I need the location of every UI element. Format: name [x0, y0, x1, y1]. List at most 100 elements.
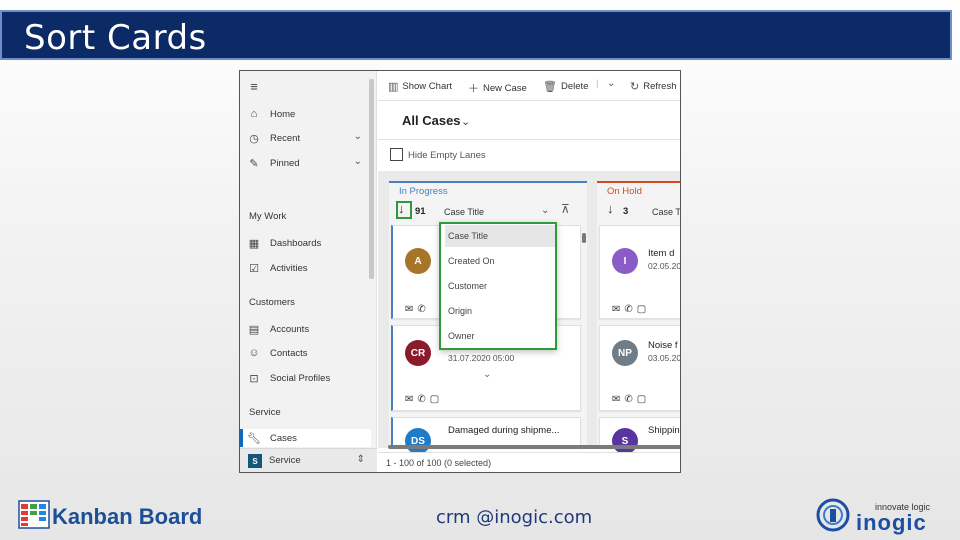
card-actions[interactable]: ✉✆: [405, 304, 430, 315]
kanban-board-logo: [18, 500, 50, 529]
avatar: NP: [612, 340, 638, 366]
chevron-down-icon[interactable]: ⌄: [461, 115, 470, 128]
refresh-button[interactable]: ↻ Refresh: [630, 80, 676, 93]
chevron-down-icon[interactable]: ⌄: [541, 205, 549, 216]
sidebar-item-cases[interactable]: 🔧︎ Cases: [243, 429, 371, 447]
sidebar-item-dashboards[interactable]: ▦ Dashboards: [248, 234, 321, 252]
note-icon[interactable]: ▢: [637, 394, 650, 405]
contact-email[interactable]: crm @inogic.com: [436, 507, 592, 528]
lane-title: In Progress: [399, 186, 448, 197]
slide-title: Sort Cards: [24, 18, 207, 58]
wrench-icon: 🔧︎: [247, 432, 261, 445]
delete-button[interactable]: 🗑︎ Delete: [543, 80, 588, 93]
sidebar-item-label: Home: [270, 108, 296, 120]
sidebar: ≡ ⌂ Home ◷ Recent ⌄ ✎ Pinned ⌄ My Work ▦…: [240, 71, 377, 472]
chevron-down-icon[interactable]: ⌄: [354, 131, 362, 142]
slide-header: Sort Cards: [0, 10, 952, 60]
case-card[interactable]: I Item d 02.05.20 ✉✆▢: [599, 225, 681, 319]
section-my-work: My Work: [249, 211, 287, 222]
collapse-lane-icon[interactable]: ⊼: [561, 202, 570, 216]
card-actions[interactable]: ✉✆▢: [612, 304, 650, 315]
case-title: Shippin: [648, 425, 680, 436]
email-icon[interactable]: ✉: [612, 304, 624, 315]
show-chart-button[interactable]: ▥ Show Chart: [388, 80, 452, 93]
sidebar-item-label: Pinned: [270, 157, 300, 169]
area-badge: S: [248, 454, 262, 468]
area-switcher[interactable]: S Service ⇕: [240, 448, 377, 472]
building-icon: ▤: [248, 323, 260, 336]
person-icon: ☺: [248, 347, 260, 359]
note-icon[interactable]: ▢: [430, 394, 443, 405]
sidebar-item-contacts[interactable]: ☺ Contacts: [248, 344, 308, 362]
card-actions[interactable]: ✉✆▢: [405, 394, 443, 405]
sidebar-item-label: Recent: [270, 132, 301, 144]
app-screenshot: ≡ ⌂ Home ◷ Recent ⌄ ✎ Pinned ⌄ My Work ▦…: [239, 70, 681, 473]
sidebar-item-label: Contacts: [270, 347, 308, 359]
command-bar: ▥ Show Chart ＋ New Case 🗑︎ Delete | ⌄ ↻ Refr…: [378, 71, 680, 101]
email-icon[interactable]: ✉: [405, 304, 417, 315]
sort-option[interactable]: Case Title: [445, 225, 555, 247]
view-selector[interactable]: All Cases: [402, 113, 461, 128]
expand-card-icon[interactable]: ⌄: [483, 369, 491, 380]
note-icon[interactable]: ▢: [637, 304, 650, 315]
sidebar-scrollbar[interactable]: [369, 79, 374, 279]
sort-direction-icon[interactable]: ↓: [607, 201, 614, 216]
card-actions[interactable]: ✉✆▢: [612, 394, 650, 405]
sidebar-item-label: Social Profiles: [270, 372, 331, 384]
sort-direction-highlight: [396, 201, 412, 219]
lane-scrollbar[interactable]: [582, 233, 586, 243]
case-title: Noise f: [648, 340, 678, 351]
sidebar-item-label: Cases: [270, 432, 297, 444]
dashboard-icon: ▦: [248, 237, 260, 250]
social-icon: ⊡: [249, 372, 259, 385]
sidebar-item-accounts[interactable]: ▤ Accounts: [248, 320, 309, 338]
sidebar-item-social-profiles[interactable]: ⊡ Social Profiles: [248, 369, 330, 387]
hide-empty-lanes-checkbox[interactable]: [390, 148, 403, 161]
phone-icon[interactable]: ✆: [624, 394, 636, 405]
avatar: CR: [405, 340, 431, 366]
sort-field-dropdown: Case Title Created On Customer Origin Ow…: [439, 222, 557, 350]
sort-option[interactable]: Origin: [445, 300, 555, 322]
email-icon[interactable]: ✉: [612, 394, 624, 405]
trash-icon: 🗑︎: [543, 81, 557, 93]
phone-icon[interactable]: ✆: [417, 304, 429, 315]
case-created-on: 31.07.2020 05:00: [448, 353, 515, 363]
horizontal-scrollbar[interactable]: [388, 445, 680, 449]
sidebar-item-label: Dashboards: [270, 237, 322, 249]
email-icon[interactable]: ✉: [405, 394, 417, 405]
new-case-button[interactable]: ＋ New Case: [468, 80, 527, 96]
inogic-logo-mark: [816, 498, 850, 532]
case-date: 02.05.20: [648, 261, 681, 271]
kanban-board-brand: Kanban Board: [52, 504, 203, 529]
pin-icon: ✎: [249, 157, 259, 170]
case-title: Item d: [648, 248, 675, 259]
case-card[interactable]: DS Damaged during shipme...: [391, 417, 581, 454]
case-card[interactable]: S Shippin: [599, 417, 680, 454]
sidebar-item-recent[interactable]: ◷ Recent: [248, 129, 368, 147]
case-card[interactable]: NP Noise f 03.05.20 ✉✆▢: [599, 325, 681, 411]
sort-option[interactable]: Created On: [445, 250, 555, 272]
sidebar-item-pinned[interactable]: ✎ Pinned: [248, 154, 368, 172]
sidebar-item-activities[interactable]: ☑ Activities: [248, 259, 307, 277]
sort-option[interactable]: Customer: [445, 275, 555, 297]
avatar: I: [612, 248, 638, 274]
case-date: 03.05.20: [648, 353, 681, 363]
status-bar: 1 - 100 of 100 (0 selected): [378, 452, 680, 472]
sidebar-item-home[interactable]: ⌂ Home: [248, 105, 296, 123]
sort-field-select[interactable]: Case Title: [444, 207, 484, 217]
avatar: A: [405, 248, 431, 274]
sort-field-select[interactable]: Case T: [652, 207, 680, 217]
hamburger-icon[interactable]: ≡: [248, 77, 270, 95]
avatar: DS: [405, 428, 431, 454]
phone-icon[interactable]: ✆: [417, 394, 429, 405]
phone-icon[interactable]: ✆: [624, 304, 636, 315]
section-service: Service: [249, 407, 281, 418]
lane-count: 3: [623, 206, 629, 217]
record-count: 1 - 100 of 100 (0 selected): [386, 458, 492, 468]
sort-option[interactable]: Owner: [445, 325, 555, 347]
clock-icon: ◷: [249, 132, 259, 145]
chevron-down-icon[interactable]: ⌄: [607, 78, 615, 89]
divider: [378, 139, 680, 140]
chevron-down-icon[interactable]: ⌄: [354, 156, 362, 167]
activities-icon: ☑: [249, 262, 259, 275]
